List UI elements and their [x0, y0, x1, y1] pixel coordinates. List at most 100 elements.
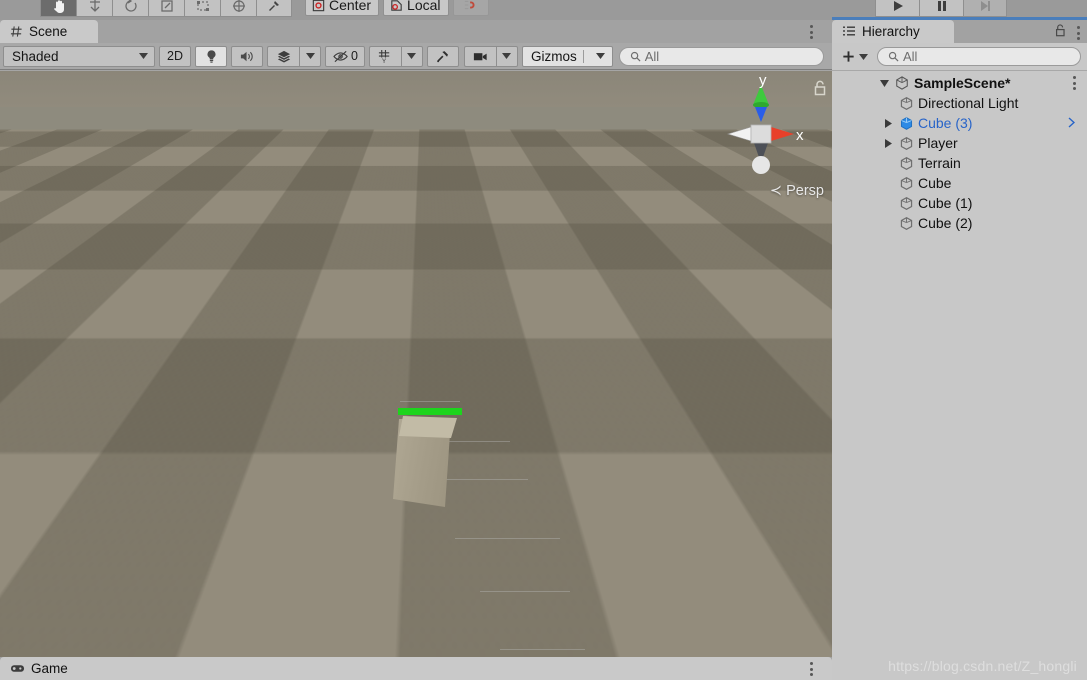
scale-tool-button[interactable]: [148, 0, 184, 17]
gizmos-caret[interactable]: [590, 47, 612, 66]
gameobject-icon: [896, 196, 916, 211]
tab-hierarchy[interactable]: Hierarchy: [832, 20, 954, 43]
speaker-icon: [240, 51, 253, 61]
tab-game[interactable]: Game: [0, 657, 832, 680]
handle-rotation-button[interactable]: Local: [383, 0, 449, 16]
rotate-tool-button[interactable]: [112, 0, 148, 17]
plus-icon: [843, 51, 854, 62]
hierarchy-menu-button[interactable]: [1077, 26, 1081, 40]
svg-text:Y: Y: [382, 58, 387, 64]
gizmo-axis-x: [771, 127, 794, 141]
game-panel-menu-button[interactable]: [810, 662, 814, 676]
pivot-mode-button[interactable]: Center: [305, 0, 380, 16]
scene-panel-menu-button[interactable]: [810, 25, 814, 39]
toggle-2d-button[interactable]: 2D: [159, 45, 191, 67]
hierarchy-toolbar: All: [832, 43, 1087, 71]
custom-editor-tool-button[interactable]: [256, 0, 292, 17]
hierarchy-item-player[interactable]: Player: [832, 133, 1087, 153]
hierarchy-item-label: Player: [918, 135, 958, 151]
hierarchy-lock-button[interactable]: [1054, 23, 1067, 43]
scene-audio-toggle[interactable]: [231, 45, 263, 67]
chevron-down-icon: [859, 53, 868, 60]
pause-button[interactable]: [919, 0, 963, 17]
scene-camera-toggle[interactable]: [463, 45, 496, 67]
hierarchy-item-label: Cube (3): [918, 115, 973, 131]
scene-viewport[interactable]: y x ≺ Persp: [0, 71, 832, 676]
chevron-down-icon: [139, 53, 148, 59]
hierarchy-tree: SampleScene* Directional Light Cube (3): [832, 71, 1087, 655]
hierarchy-search-placeholder: All: [903, 49, 918, 64]
camera-dropdown-group: [463, 45, 518, 67]
draw-mode-dropdown[interactable]: Shaded: [3, 45, 155, 67]
watermark-text: https://blog.csdn.net/Z_hongli: [888, 658, 1077, 674]
scene-search-placeholder: All: [644, 48, 660, 64]
gizmo-lock-button[interactable]: [812, 79, 828, 102]
fx-layers-icon: [277, 50, 290, 62]
prefab-open-arrow[interactable]: [1068, 115, 1076, 131]
gizmo-x-label: x: [796, 127, 804, 144]
hierarchy-add-button[interactable]: [838, 49, 871, 64]
transform-tool-button[interactable]: [220, 0, 256, 17]
scene-lighting-toggle[interactable]: [195, 45, 227, 67]
magnet-snap-icon: [464, 0, 475, 10]
hierarchy-item-label: Cube (2): [918, 215, 973, 231]
scene-view-tools-button[interactable]: [426, 45, 459, 67]
hierarchy-scene-row[interactable]: SampleScene*: [832, 73, 1087, 93]
gizmo-axis-z: [755, 107, 767, 122]
transform-tools-group: [40, 0, 292, 17]
hierarchy-item-cube-2[interactable]: Cube (2): [832, 213, 1087, 233]
hierarchy-list-icon: [843, 26, 855, 36]
scene-grid-dropdown[interactable]: [400, 45, 423, 67]
move-tool-button[interactable]: [76, 0, 112, 17]
hierarchy-item-terrain[interactable]: Terrain: [832, 153, 1087, 173]
scene-view-panel: Scene Shaded 2D 0 Y Gizmos All y x ≺ Per…: [0, 20, 832, 676]
hierarchy-tab-tools: [1054, 23, 1081, 43]
hierarchy-tabbar: Hierarchy: [832, 20, 1087, 43]
tab-scene-label: Scene: [29, 24, 68, 39]
unity-scene-icon: [892, 76, 912, 90]
grid-dropdown-group: Y: [368, 45, 423, 67]
pause-icon: [937, 1, 946, 11]
scene-fx-dropdown[interactable]: [299, 45, 321, 67]
pivot-mode-label: Center: [329, 0, 372, 13]
hierarchy-item-label: Directional Light: [918, 95, 1019, 111]
scene-fx-toggle[interactable]: [267, 45, 299, 67]
gizmo-center-cube: [750, 124, 772, 144]
hierarchy-item-label: Terrain: [918, 155, 961, 171]
projection-prefix: ≺: [769, 183, 783, 199]
hierarchy-item-cube[interactable]: Cube: [832, 173, 1087, 193]
projection-text: Persp: [786, 183, 824, 199]
scene-expand-arrow[interactable]: [876, 79, 892, 87]
rect-tool-button[interactable]: [184, 0, 220, 17]
tab-scene[interactable]: Scene: [0, 20, 98, 43]
step-button[interactable]: [963, 0, 1007, 17]
play-button[interactable]: [875, 0, 919, 17]
tab-hierarchy-label: Hierarchy: [862, 24, 920, 39]
padlock-open-icon: [1055, 24, 1065, 37]
scene-camera-dropdown[interactable]: [495, 45, 518, 67]
hierarchy-item-cube-1[interactable]: Cube (1): [832, 193, 1087, 213]
chevron-down-icon: [305, 53, 315, 59]
scene-search-input[interactable]: All: [618, 46, 824, 66]
hand-tool-button[interactable]: [40, 0, 76, 17]
expand-arrow[interactable]: [880, 138, 896, 148]
hierarchy-search-input[interactable]: All: [877, 47, 1081, 66]
hidden-objects-button[interactable]: 0: [325, 45, 365, 67]
hierarchy-item-directional-light[interactable]: Directional Light: [832, 93, 1087, 113]
gameobject-icon: [896, 176, 916, 191]
hierarchy-item-cube-3[interactable]: Cube (3): [832, 113, 1087, 133]
draw-mode-label: Shaded: [12, 48, 59, 64]
projection-mode-label[interactable]: ≺ Persp: [770, 183, 824, 199]
scene-row-menu-button[interactable]: [1073, 76, 1077, 90]
gameobject-icon: [896, 216, 916, 231]
scene-grid-toggle[interactable]: Y: [368, 45, 401, 67]
gizmo-axis-neg-x: [726, 126, 752, 142]
expand-arrow[interactable]: [880, 118, 896, 128]
gizmo-y-label: y: [759, 77, 767, 89]
camera-icon: [473, 52, 487, 60]
grid-snap-button[interactable]: [452, 0, 489, 16]
tab-game-label: Game: [31, 661, 68, 676]
eye-slash-icon: [333, 50, 348, 62]
gizmos-dropdown[interactable]: Gizmos: [521, 45, 613, 67]
gizmos-label: Gizmos: [530, 48, 577, 64]
